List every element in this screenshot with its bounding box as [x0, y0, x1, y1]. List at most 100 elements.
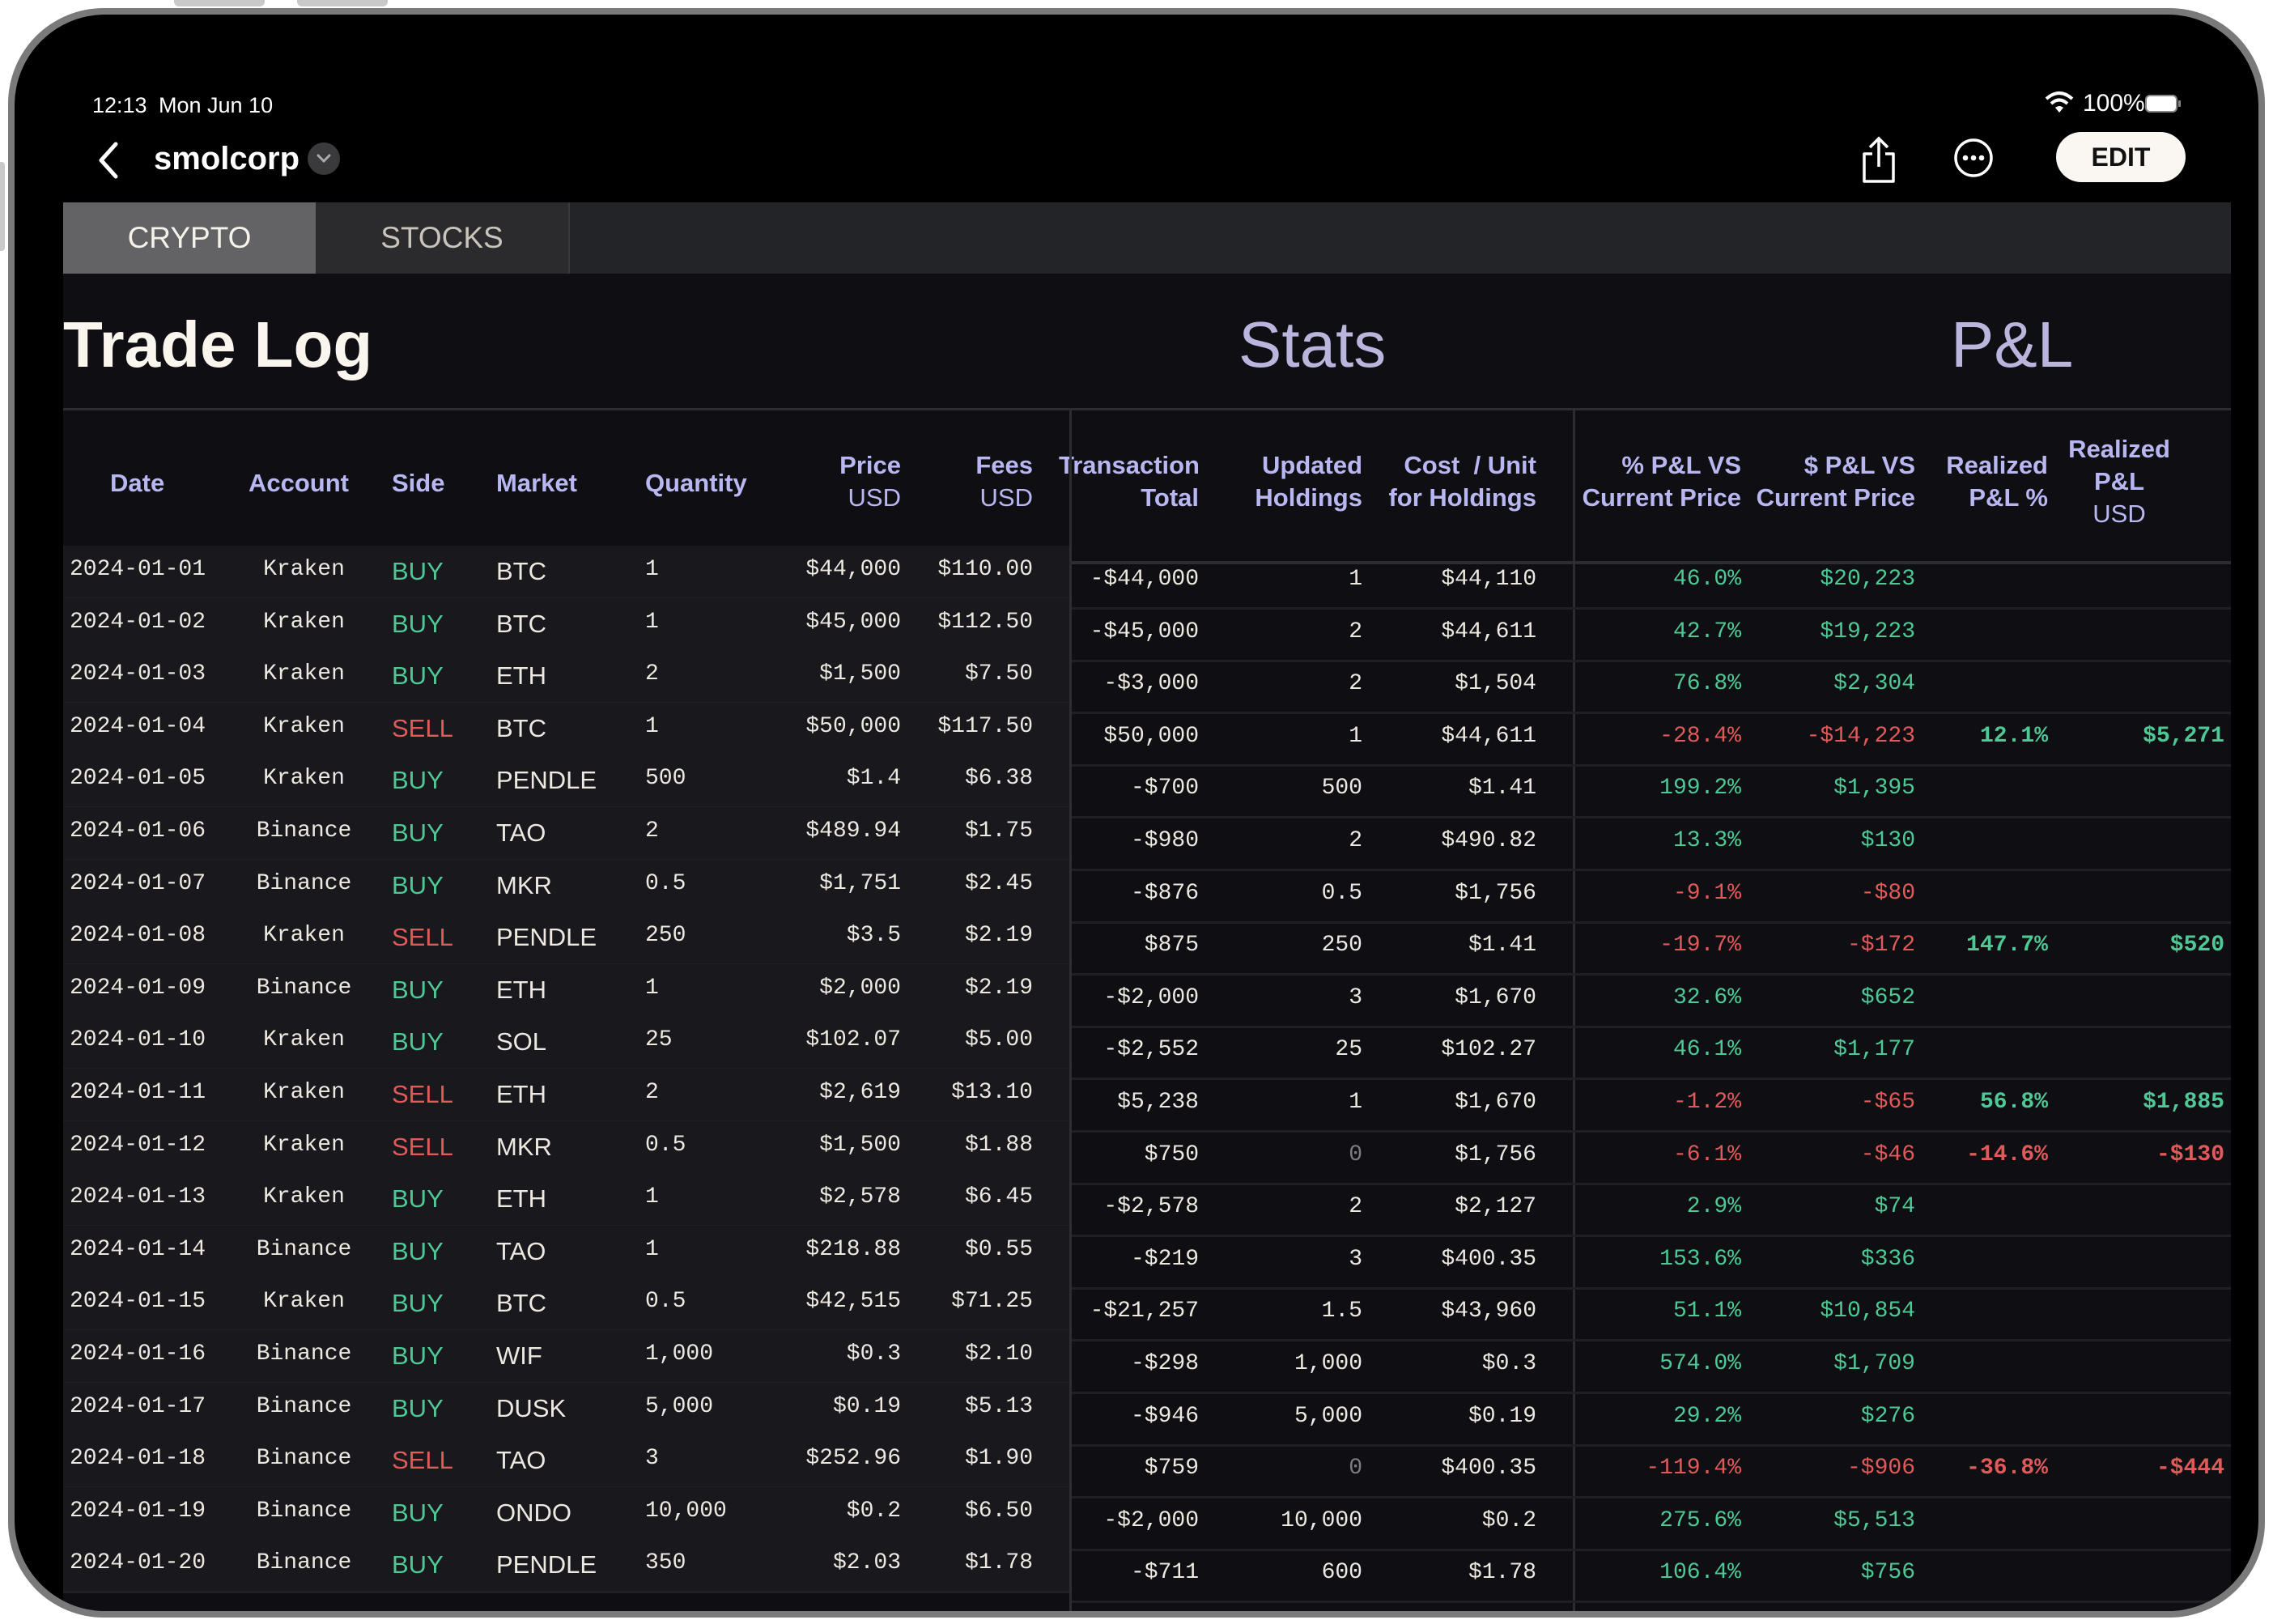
cell-side: BUY — [392, 1498, 444, 1527]
cell-pct: 29.2% — [1672, 1403, 1741, 1429]
tab-crypto[interactable]: CRYPTO — [63, 202, 316, 274]
cell-pct: 106.4% — [1659, 1560, 1741, 1586]
table-row[interactable]: -$44,000 1 $44,110 46.0% $20,223 — [1072, 555, 2231, 610]
portfolio-title[interactable]: smolcorp — [154, 141, 300, 177]
table-row[interactable]: 2024-01-08 Kraken SELL PENDLE 250 $3.5 $2.19 — [63, 912, 1069, 967]
status-date: Mon Jun 10 — [159, 93, 274, 117]
table-row[interactable]: 2024-01-17 Binance BUY DUSK 5,000 $0.19 $5.13 — [63, 1382, 1069, 1437]
table-row[interactable]: 2024-01-02 Kraken BUY BTC 1 $45,000 $112.50 — [63, 597, 1069, 653]
table-row[interactable]: 2024-01-11 Kraken SELL ETH 2 $2,619 $13.10 — [63, 1069, 1069, 1123]
cell-date: 2024-01-09 — [70, 975, 206, 1001]
cell-rpct: 12.1% — [1979, 723, 2048, 749]
cell-price: $1,500 — [819, 661, 901, 687]
header-account[interactable]: Account — [249, 467, 349, 500]
table-row[interactable]: 2024-01-19 Binance BUY ONDO 10,000 $0.2 $6.50 — [63, 1486, 1069, 1541]
cell-pct: -119.4% — [1646, 1456, 1741, 1482]
header-price[interactable]: Price USD — [808, 449, 901, 514]
table-row[interactable]: $50,000 1 $44,611 -28.4% -$14,223 12.1% $5,271 — [1072, 712, 2231, 767]
table-row[interactable]: 2024-01-05 Kraken BUY PENDLE 500 $1.4 $6.38 — [63, 755, 1069, 810]
cell-account: Kraken — [263, 609, 345, 635]
table-row[interactable]: $750 0 $1,756 -6.1% -$46 -14.6% -$130 — [1072, 1131, 2231, 1185]
header-market[interactable]: Market — [496, 467, 577, 500]
header-cost-per-unit[interactable]: Cost / Unit for Holdings — [1358, 449, 1536, 514]
table-row[interactable]: -$700 500 $1.41 199.2% $1,395 — [1072, 764, 2231, 819]
cell-cost: $44,611 — [1441, 723, 1536, 749]
cell-tx: -$2,578 — [1103, 1194, 1199, 1220]
table-row[interactable]: 2024-01-10 Kraken BUY SOL 25 $102.07 $5.00 — [63, 1016, 1069, 1071]
header-fees[interactable]: Fees USD — [937, 449, 1033, 514]
share-icon — [1863, 136, 1895, 183]
header-transaction-total[interactable]: Transaction Total — [1059, 449, 1200, 514]
table-row[interactable]: 2024-01-16 Binance BUY WIF 1,000 $0.3 $2.10 — [63, 1330, 1069, 1384]
trade-log-panel: Trade Log Stats P&L Date Account Side Ma… — [63, 274, 2231, 1611]
header-usd-pnl[interactable]: $ P&L VS Current Price — [1719, 449, 1915, 514]
table-row[interactable]: -$3,000 2 $1,504 76.8% $2,304 — [1072, 660, 2231, 715]
cell-price: $44,000 — [805, 557, 901, 582]
cell-fees: $0.55 — [964, 1236, 1033, 1262]
table-row[interactable]: 2024-01-06 Binance BUY TAO 2 $489.94 $1.75 — [63, 807, 1069, 861]
share-button[interactable] — [1850, 128, 1907, 193]
cell-date: 2024-01-11 — [70, 1080, 206, 1105]
edit-button[interactable]: EDIT — [2056, 132, 2186, 182]
table-row[interactable]: 2024-01-18 Binance SELL TAO 3 $252.96 $1.90 — [63, 1435, 1069, 1490]
cell-market: ETH — [496, 975, 546, 1004]
tab-stocks[interactable]: STOCKS — [316, 202, 570, 274]
cell-tx: -$700 — [1130, 776, 1199, 801]
table-row[interactable]: -$946 5,000 $0.19 29.2% $276 — [1072, 1392, 2231, 1447]
table-row[interactable]: 2024-01-15 Kraken BUY BTC 0.5 $42,515 $71.25 — [63, 1278, 1069, 1333]
table-row[interactable]: -$2,000 3 $1,670 32.6% $652 — [1072, 974, 2231, 1028]
table-row[interactable]: -$980 2 $490.82 13.3% $130 — [1072, 817, 2231, 871]
cell-account: Binance — [256, 818, 352, 844]
table-row[interactable]: -$2,578 2 $2,127 2.9% $74 — [1072, 1183, 2231, 1238]
cell-pct: 51.1% — [1672, 1299, 1741, 1324]
cell-qty: 350 — [645, 1550, 686, 1576]
table-row[interactable]: -$2,552 25 $102.27 46.1% $1,177 — [1072, 1026, 2231, 1081]
cell-market: PENDLE — [496, 766, 597, 795]
header-rusd-line2: P&L — [2094, 467, 2144, 495]
cell-cost: $1.41 — [1468, 933, 1536, 959]
table-row[interactable]: 2024-01-09 Binance BUY ETH 1 $2,000 $2.19 — [63, 963, 1069, 1018]
portfolio-dropdown-button[interactable] — [308, 142, 340, 175]
cell-usd: -$14,223 — [1806, 723, 1915, 749]
cell-side: BUY — [392, 1289, 444, 1318]
table-row[interactable]: $875 250 $1.41 -19.7% -$172 147.7% $520 — [1072, 921, 2231, 976]
table-row[interactable]: -$876 0.5 $1,756 -9.1% -$80 — [1072, 869, 2231, 924]
header-usd-line1: $ P&L VS — [1804, 451, 1915, 479]
table-row[interactable]: 2024-01-04 Kraken SELL BTC 1 $50,000 $117.50 — [63, 702, 1069, 757]
cell-qty: 1 — [645, 557, 659, 582]
table-row[interactable]: 2024-01-01 Kraken BUY BTC 1 $44,000 $110.00 — [63, 546, 1069, 600]
table-row[interactable]: 2024-01-12 Kraken SELL MKR 0.5 $1,500 $1.88 — [63, 1120, 1069, 1175]
cell-usd: -$80 — [1860, 880, 1915, 906]
table-row[interactable]: -$219 3 $400.35 153.6% $336 — [1072, 1235, 2231, 1290]
table-row[interactable]: -$2,000 10,000 $0.2 275.6% $5,513 — [1072, 1497, 2231, 1551]
table-row[interactable]: -$45,000 2 $44,611 42.7% $19,223 — [1072, 608, 2231, 662]
header-realized-usd[interactable]: Realized P&L USD — [2054, 433, 2184, 530]
table-row[interactable]: -$21,257 1.5 $43,960 51.1% $10,854 — [1072, 1287, 2231, 1342]
header-date[interactable]: Date — [110, 467, 164, 500]
cell-price: $2,578 — [819, 1184, 901, 1210]
table-row[interactable]: 2024-01-14 Binance BUY TAO 1 $218.88 $0.55 — [63, 1225, 1069, 1280]
cell-cost: $1,670 — [1455, 1090, 1536, 1115]
table-row[interactable]: $5,238 1 $1,670 -1.2% -$65 56.8% $1,885 — [1072, 1078, 2231, 1133]
header-side[interactable]: Side — [392, 467, 444, 500]
cell-tx: -$711 — [1130, 1560, 1199, 1586]
header-updated-holdings[interactable]: Updated Holdings — [1213, 449, 1362, 514]
cell-holdings: 600 — [1321, 1560, 1362, 1586]
cell-pct: -6.1% — [1672, 1141, 1741, 1167]
table-row[interactable]: 2024-01-20 Binance BUY PENDLE 350 $2.03 $1.78 — [63, 1539, 1069, 1594]
header-rusd-line3: USD — [2092, 500, 2146, 528]
cell-date: 2024-01-15 — [70, 1289, 206, 1315]
back-button[interactable] — [84, 136, 133, 185]
header-realized-pct[interactable]: Realized P&L % — [1925, 449, 2048, 514]
cell-qty: 25 — [645, 1027, 673, 1053]
cell-side: SELL — [392, 1080, 453, 1108]
table-row[interactable]: 2024-01-07 Binance BUY MKR 0.5 $1,751 $2.45 — [63, 859, 1069, 914]
table-row[interactable]: $759 0 $400.35 -119.4% -$906 -36.8% -$444 — [1072, 1444, 2231, 1499]
table-row[interactable]: 2024-01-13 Kraken BUY ETH 1 $2,578 $6.45 — [63, 1173, 1069, 1228]
more-options-button[interactable] — [1945, 130, 2002, 186]
table-row[interactable]: 2024-01-03 Kraken BUY ETH 2 $1,500 $7.50 — [63, 650, 1069, 705]
table-row[interactable]: -$298 1,000 $0.3 574.0% $1,709 — [1072, 1340, 2231, 1394]
table-row[interactable]: -$711 600 $1.78 106.4% $756 — [1072, 1549, 2231, 1604]
cell-qty: 0.5 — [645, 1289, 686, 1315]
header-quantity[interactable]: Quantity — [645, 467, 747, 500]
